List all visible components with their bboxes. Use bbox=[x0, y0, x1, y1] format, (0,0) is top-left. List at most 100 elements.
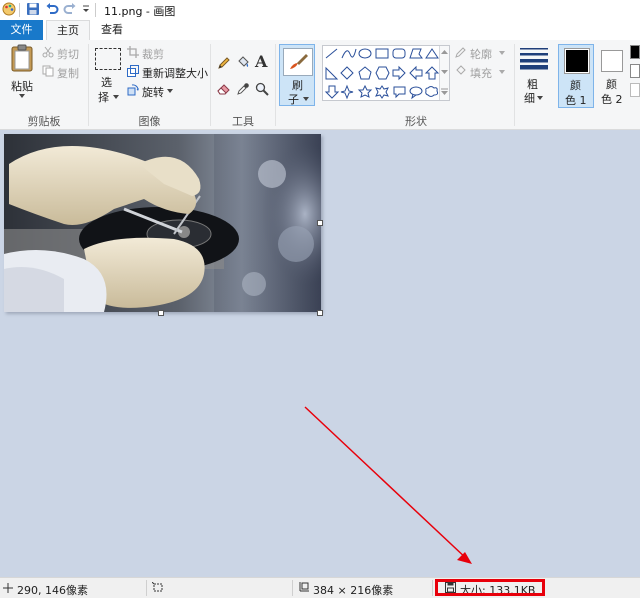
resize-button[interactable]: 重新调整大小 bbox=[127, 64, 209, 80]
redo-icon[interactable] bbox=[63, 2, 77, 16]
palette-color-white[interactable] bbox=[630, 64, 640, 78]
group-divider bbox=[275, 44, 276, 126]
color1-button[interactable]: 颜 色 1 bbox=[558, 44, 594, 108]
shapes-group: 轮廓 填充 形状 bbox=[318, 40, 514, 129]
tab-home[interactable]: 主页 bbox=[46, 20, 90, 42]
scroll-up-icon[interactable] bbox=[441, 50, 448, 55]
color1-label-top: 颜 bbox=[570, 79, 581, 92]
line-width-icon bbox=[520, 48, 548, 70]
paste-label: 粘贴 bbox=[11, 80, 33, 93]
resize-handle-corner[interactable] bbox=[317, 310, 323, 316]
clipboard-group-label: 剪贴板 bbox=[27, 115, 61, 128]
tools-group: A 工具 bbox=[211, 40, 275, 129]
rotate-label: 旋转 bbox=[142, 86, 164, 99]
pencil-icon[interactable] bbox=[217, 56, 231, 70]
ribbon: 粘贴 剪切 复制 剪贴板 选 择 裁剪 重新调整大小 旋转 图像 A 工具 刷 … bbox=[0, 40, 640, 130]
fill-label: 填充 bbox=[470, 67, 492, 80]
color-picker-icon[interactable] bbox=[236, 82, 250, 96]
shapes-gallery[interactable] bbox=[322, 45, 450, 101]
save-icon[interactable] bbox=[26, 2, 40, 16]
ribbon-tab-row: 文件 主页 查看 bbox=[0, 20, 640, 42]
image-group-label: 图像 bbox=[138, 115, 161, 128]
palette-color-black[interactable] bbox=[630, 45, 640, 59]
brush-icon bbox=[290, 54, 308, 69]
chevron-down-icon bbox=[537, 96, 543, 100]
tab-file[interactable]: 文件 bbox=[0, 20, 43, 40]
shapes-gallery-icons bbox=[324, 48, 440, 100]
chevron-down-icon bbox=[19, 94, 25, 98]
copy-button[interactable]: 复制 bbox=[42, 64, 86, 80]
select-label-top: 选 bbox=[101, 76, 112, 89]
resize-label: 重新调整大小 bbox=[142, 67, 208, 80]
chevron-down-icon bbox=[167, 89, 173, 93]
image-dimensions: 384 × 216像素 bbox=[313, 584, 394, 597]
status-divider bbox=[146, 580, 147, 596]
color1-label-bottom: 色 1 bbox=[565, 94, 587, 107]
color2-label-top: 颜 bbox=[606, 78, 617, 91]
group-divider bbox=[514, 44, 515, 126]
status-divider bbox=[432, 580, 433, 596]
tab-view[interactable]: 查看 bbox=[92, 20, 132, 40]
select-label-bottom: 择 bbox=[98, 91, 109, 104]
color1-swatch bbox=[566, 50, 588, 72]
chevron-down-icon bbox=[113, 95, 119, 99]
cut-button[interactable]: 剪切 bbox=[42, 45, 86, 61]
palette-color-empty[interactable] bbox=[630, 83, 640, 97]
scroll-down-icon[interactable] bbox=[441, 70, 448, 75]
copy-icon bbox=[42, 65, 54, 77]
select-icon bbox=[95, 48, 121, 70]
fill-button[interactable]: 填充 bbox=[455, 64, 511, 80]
fill-bucket-small-icon bbox=[456, 65, 466, 75]
canvas-photo-hard-drive-repair bbox=[4, 134, 321, 312]
image-canvas[interactable] bbox=[4, 134, 321, 312]
eraser-icon[interactable] bbox=[217, 82, 231, 96]
expand-gallery-icon[interactable] bbox=[441, 88, 448, 96]
resize-icon bbox=[127, 65, 139, 77]
size-button[interactable]: 粗 细 bbox=[517, 44, 551, 106]
image-group: 选 择 裁剪 重新调整大小 旋转 图像 bbox=[89, 40, 210, 129]
resize-handle-right[interactable] bbox=[317, 220, 323, 226]
select-button[interactable]: 选 择 bbox=[93, 44, 121, 106]
brushes-label-bottom: 子 bbox=[288, 93, 299, 106]
color2-label-bottom: 色 2 bbox=[601, 93, 623, 106]
clipboard-group: 粘贴 剪切 复制 剪贴板 bbox=[0, 40, 88, 129]
tools-group-label: 工具 bbox=[232, 115, 254, 128]
resize-handle-bottom[interactable] bbox=[158, 310, 164, 316]
status-bar: 290, 146像素 384 × 216像素 大小: 133.1KB bbox=[0, 577, 640, 598]
crop-label: 裁剪 bbox=[142, 48, 164, 61]
color2-swatch bbox=[601, 50, 623, 72]
crop-button[interactable]: 裁剪 bbox=[127, 45, 187, 61]
window-title: 11.png - 画图 bbox=[104, 5, 176, 18]
red-arrow-annotation bbox=[304, 406, 472, 564]
title-divider bbox=[95, 3, 96, 17]
outline-pen-icon bbox=[455, 47, 466, 58]
outline-label: 轮廓 bbox=[470, 48, 492, 61]
color1-swatch-frame bbox=[564, 48, 590, 74]
color2-button[interactable]: 颜 色 2 bbox=[597, 44, 629, 108]
chevron-down-icon bbox=[499, 51, 505, 55]
cursor-position: 290, 146像素 bbox=[17, 584, 88, 597]
fill-bucket-icon[interactable] bbox=[236, 55, 250, 69]
crop-icon bbox=[127, 46, 139, 58]
cursor-position-icon bbox=[3, 583, 13, 593]
customize-toolbar-chevron-icon[interactable] bbox=[81, 2, 91, 16]
file-size-highlight-box bbox=[435, 579, 545, 596]
rotate-button[interactable]: 旋转 bbox=[127, 83, 177, 99]
text-tool-icon[interactable]: A bbox=[255, 52, 267, 71]
clipboard-icon bbox=[11, 44, 33, 72]
canvas-workspace[interactable] bbox=[0, 130, 640, 577]
brushes-button[interactable]: 刷 子 bbox=[279, 44, 315, 106]
shapes-gallery-scrollbar[interactable] bbox=[439, 46, 449, 100]
copy-label: 复制 bbox=[57, 67, 79, 80]
scissors-icon bbox=[42, 46, 54, 58]
title-bar: 11.png - 画图 bbox=[0, 0, 640, 20]
size-label-bottom: 细 bbox=[524, 92, 535, 105]
paint-app-icon bbox=[2, 2, 16, 16]
outline-button[interactable]: 轮廓 bbox=[455, 45, 511, 61]
cut-label: 剪切 bbox=[57, 48, 79, 61]
paste-button[interactable]: 粘贴 bbox=[4, 42, 38, 104]
undo-icon[interactable] bbox=[45, 2, 59, 16]
magnifier-icon[interactable] bbox=[255, 82, 269, 96]
status-divider bbox=[292, 580, 293, 596]
rotate-icon bbox=[127, 84, 139, 96]
